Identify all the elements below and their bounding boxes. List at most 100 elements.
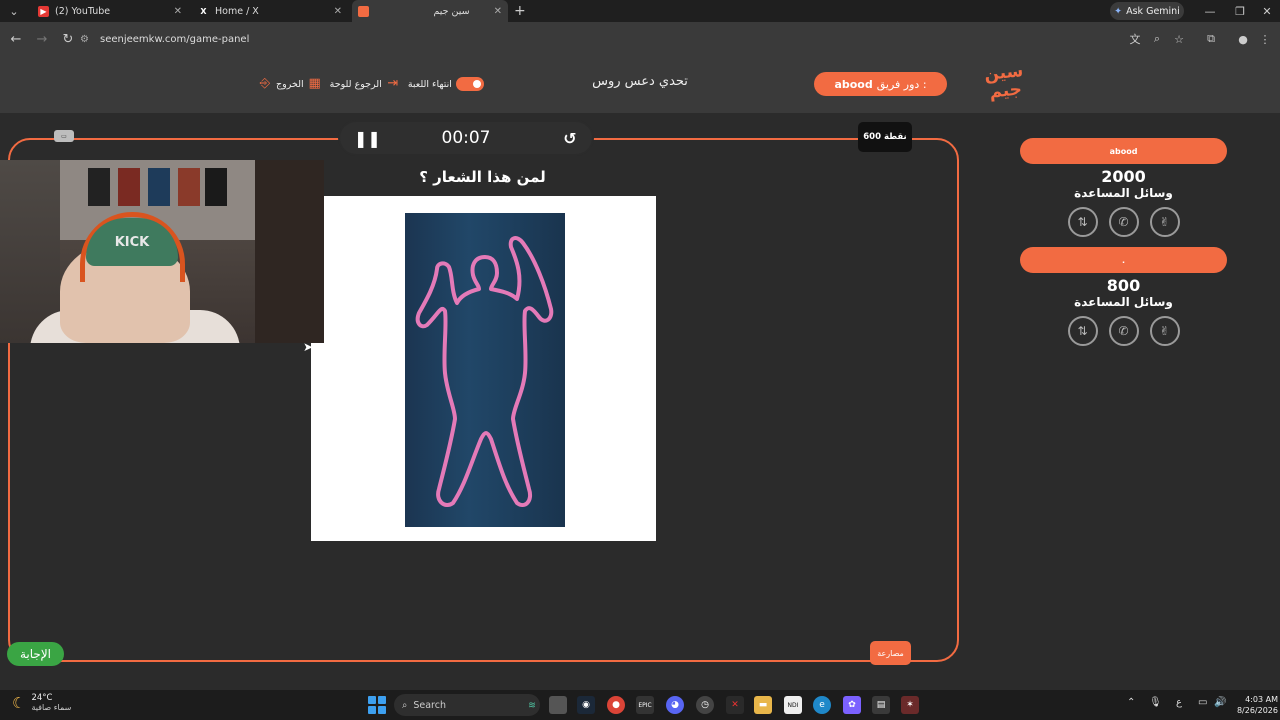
taskbar-clock[interactable]: 4:03 AM 8/26/2026 xyxy=(1228,694,1278,716)
forward-button[interactable]: → xyxy=(30,27,54,51)
browser-tab-bar: ⌄ ▶ (2) YouTube ✕ X Home / X ✕ سين جيم ✕… xyxy=(0,0,1280,22)
back-to-board-button[interactable]: ⇥ الرجوع للوحة xyxy=(330,77,400,91)
game-app-icon[interactable]: ✶ xyxy=(901,696,919,714)
x-icon: X xyxy=(200,6,207,16)
end-game-toggle-icon xyxy=(455,77,484,91)
header-actions: انتهاء اللعبة ⇥ الرجوع للوحة ▦ الخروج ⎆ xyxy=(258,73,484,95)
maximize-button[interactable]: ❐ xyxy=(1225,0,1255,22)
weather-widget[interactable]: ☾ 24°C سماء صافية xyxy=(12,693,71,713)
timer-display: 00:07 xyxy=(441,128,491,148)
challenge-title: تحدي دعس روس xyxy=(592,74,688,89)
exit-button[interactable]: ▦ الخروج ⎆ xyxy=(258,77,322,91)
microphone-icon[interactable]: 🎙 xyxy=(1149,697,1162,708)
team-turn-name: abood xyxy=(834,77,873,91)
hand-icon[interactable]: ✌ xyxy=(1149,207,1180,237)
epic-games-icon[interactable]: EPIC xyxy=(636,696,654,714)
ask-gemini-button[interactable]: ✦ Ask Gemini xyxy=(1110,2,1184,20)
close-icon[interactable]: ✕ xyxy=(334,6,342,17)
phone-icon[interactable]: ✆ xyxy=(1108,316,1139,346)
windows-taskbar: ☾ 24°C سماء صافية ⌕ Search ≋ ◉ ● EPIC ◕ … xyxy=(0,690,1280,720)
question-text: لمن هذا الشعار ؟ xyxy=(419,168,546,186)
clock-date: 8/26/2026 xyxy=(1236,706,1278,715)
team-score: 2000 xyxy=(1101,167,1146,186)
mouse-cursor-icon: ➤ xyxy=(303,340,314,354)
tab-title: (2) YouTube xyxy=(55,5,111,17)
tab-search-chevron-icon[interactable]: ⌄ xyxy=(0,0,28,22)
call-split-icon[interactable]: ⇅ xyxy=(1067,316,1098,346)
search-highlight-icon: ≋ xyxy=(528,699,536,711)
zoom-icon[interactable]: ⌕ xyxy=(1146,28,1168,50)
team-name-pill: . xyxy=(1020,247,1227,273)
poster xyxy=(88,168,110,206)
team-aids-label: وسائل المساعدة xyxy=(1074,186,1173,200)
app-x-icon[interactable]: ✕ xyxy=(726,696,744,714)
tray-chevron-icon[interactable]: ⌃ xyxy=(1127,697,1135,708)
network-icon[interactable]: ▭ xyxy=(1198,697,1207,708)
body-outline-silhouette xyxy=(415,236,554,508)
poster xyxy=(178,168,200,206)
wrestling-button[interactable]: مصارعة xyxy=(870,641,911,665)
reset-timer-icon[interactable]: ↺ xyxy=(562,129,578,148)
tab-title: سين جيم xyxy=(433,5,470,17)
call-split-icon[interactable]: ⇅ xyxy=(1067,207,1098,237)
team-score: 800 xyxy=(1106,276,1141,295)
new-tab-button[interactable]: + xyxy=(514,3,526,19)
end-game-label: انتهاء اللعبة xyxy=(407,78,452,90)
clock-app-icon[interactable]: ◷ xyxy=(696,696,714,714)
window-close-button[interactable]: ✕ xyxy=(1252,0,1280,22)
points-badge: 600 نقطة xyxy=(858,122,912,152)
site-settings-icon[interactable]: ⚙ xyxy=(80,34,94,45)
end-game-button[interactable]: انتهاء اللعبة xyxy=(408,77,484,91)
menu-kebab-icon[interactable]: ⋮ xyxy=(1254,28,1276,50)
exit-label: الخروج xyxy=(276,78,304,90)
profile-avatar-icon[interactable]: ● xyxy=(1232,28,1254,50)
question-image xyxy=(311,196,656,541)
team-aids-label: وسائل المساعدة xyxy=(1074,295,1173,309)
weather-condition: سماء صافية xyxy=(31,703,72,712)
team-name-pill: abood xyxy=(1020,138,1227,164)
close-icon[interactable]: ✕ xyxy=(174,6,182,17)
back-to-board-label: الرجوع للوحة xyxy=(329,78,382,90)
browser-tab-seenjeem[interactable]: سين جيم ✕ xyxy=(352,0,508,22)
bookmark-star-icon[interactable]: ☆ xyxy=(1168,28,1190,50)
pause-icon[interactable]: ❚❚ xyxy=(354,129,381,148)
ndi-icon[interactable]: NDI xyxy=(784,696,802,714)
back-button[interactable]: ← xyxy=(4,27,28,51)
browser-tab-x[interactable]: X Home / X ✕ xyxy=(192,0,348,22)
gemini-sparkle-icon: ✦ xyxy=(1114,5,1123,17)
close-icon[interactable]: ✕ xyxy=(494,6,502,17)
timer-bar: ❚❚ 00:07 ↺ xyxy=(340,122,592,154)
seenjeem-logo: سين جيم xyxy=(983,61,1025,103)
hand-icon[interactable]: ✌ xyxy=(1149,316,1180,346)
minimize-button[interactable]: — xyxy=(1195,0,1225,22)
browser-tab-youtube[interactable]: ▶ (2) YouTube ✕ xyxy=(32,0,188,22)
phone-icon[interactable]: ✆ xyxy=(1108,207,1139,237)
poster xyxy=(118,168,140,206)
weather-temperature: 24°C xyxy=(31,693,53,703)
aid-buttons: ⇅ ✆ ✌ xyxy=(1020,207,1227,237)
answer-button[interactable]: الإجابة xyxy=(7,642,64,666)
language-indicator[interactable]: ع xyxy=(1176,697,1182,708)
aid-buttons: ⇅ ✆ ✌ xyxy=(1020,316,1227,346)
tab-title: Home / X xyxy=(215,5,259,17)
file-explorer-icon[interactable]: ▬ xyxy=(754,696,772,714)
edge-icon[interactable]: e xyxy=(813,696,831,714)
volume-icon[interactable]: 🔊 xyxy=(1214,697,1226,708)
youtube-icon: ▶ xyxy=(38,5,49,17)
exit-door-icon: ⎆ xyxy=(259,76,271,91)
discord-icon[interactable]: ◕ xyxy=(666,696,684,714)
translate-icon[interactable]: 文 xyxy=(1124,28,1146,50)
reload-button[interactable]: ↻ xyxy=(56,27,80,51)
task-view-icon[interactable] xyxy=(549,696,567,714)
windows-start-icon[interactable] xyxy=(368,696,386,714)
chrome-icon[interactable]: ● xyxy=(607,696,625,714)
steam-icon[interactable]: ◉ xyxy=(577,696,595,714)
address-bar: ← → ↻ ⚙ seenjeemkw.com/game-panel 文 ⌕ ☆ … xyxy=(0,22,1280,56)
url-field[interactable]: ⚙ seenjeemkw.com/game-panel xyxy=(80,27,1190,51)
store-icon[interactable]: ▤ xyxy=(872,696,890,714)
copilot-icon[interactable]: ✿ xyxy=(843,696,861,714)
extensions-icon[interactable]: ⧉ xyxy=(1200,28,1222,50)
taskbar-search[interactable]: ⌕ Search ≋ xyxy=(394,694,540,716)
towel-image xyxy=(405,213,565,527)
url-text: seenjeemkw.com/game-panel xyxy=(100,33,250,45)
